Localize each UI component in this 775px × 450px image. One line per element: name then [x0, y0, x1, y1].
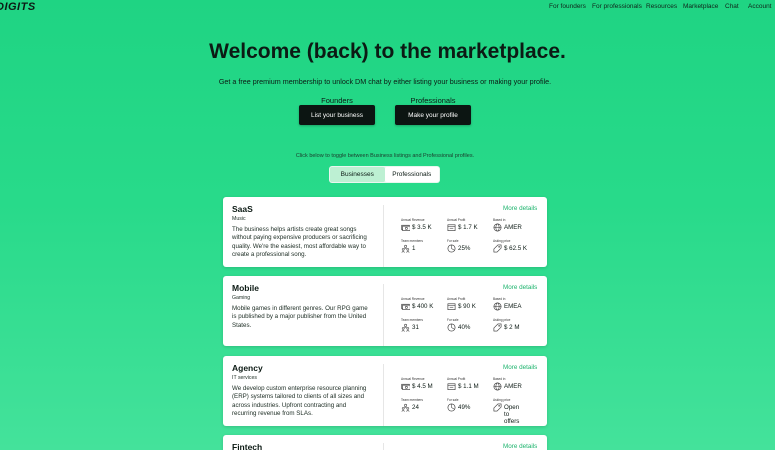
logo[interactable]: DIGITS — [0, 1, 36, 13]
metric-team-members: Team members 31 — [401, 318, 443, 332]
price-tag-icon — [493, 244, 502, 253]
metric-value: $ 2 M — [504, 324, 520, 331]
card-divider — [383, 284, 384, 346]
nav-account[interactable]: Account — [748, 3, 772, 10]
metric-value: 1 — [412, 245, 416, 252]
metric-asking-price: Asking price $ 62.5 K — [493, 239, 535, 253]
metric-value: $ 62.5 K — [504, 245, 528, 252]
price-tag-icon — [493, 323, 502, 332]
metric-value: $ 3.5 K — [412, 224, 432, 231]
metric-for-sale: For sale 49% — [447, 398, 489, 412]
listing-card-mobile: Mobile Gaming Mobile games in different … — [223, 276, 547, 346]
profit-icon — [447, 383, 456, 390]
more-details-link[interactable]: More details — [503, 443, 537, 450]
listing-card-agency: Agency IT services We develop custom ent… — [223, 356, 547, 426]
metric-value: EMEA — [504, 303, 522, 310]
listing-card-saas: SaaS Music The business helps artists cr… — [223, 197, 547, 267]
metric-value: 24 — [412, 404, 419, 411]
metric-annual-profit: Annual Profit $ 1.7 K — [447, 218, 489, 232]
make-profile-button[interactable]: Make your profile — [395, 105, 471, 125]
nav-for-professionals[interactable]: For professionals — [592, 3, 642, 10]
professionals-label: Professionals — [410, 96, 456, 105]
metric-value: $ 1.7 K — [458, 224, 478, 231]
nav-marketplace[interactable]: Marketplace — [683, 3, 718, 10]
listing-description: The business helps artists create great … — [232, 226, 367, 259]
listing-category: IT services — [232, 375, 257, 381]
pie-icon — [447, 244, 456, 253]
page-subtitle: Get a free premium membership to unlock … — [218, 77, 552, 86]
metric-for-sale: For sale 40% — [447, 318, 489, 332]
more-details-link[interactable]: More details — [503, 284, 537, 291]
pie-icon — [447, 403, 456, 412]
metric-value: 40% — [458, 324, 471, 331]
metric-annual-profit: Annual Profit $ 90 K — [447, 297, 489, 311]
metric-value: Open to offers — [504, 404, 520, 426]
page-title: Welcome (back) to the marketplace. — [209, 40, 566, 63]
globe-icon — [493, 382, 502, 391]
metric-annual-revenue: Annual Revenue $ 3.5 K — [401, 218, 443, 232]
metric-value: 25% — [458, 245, 471, 252]
metric-value: $ 1.1 M — [458, 383, 479, 390]
listing-description: Mobile games in different genres. Our RP… — [232, 305, 368, 329]
metric-based-in: Based in AMER — [493, 218, 535, 232]
listing-category: Music — [232, 216, 246, 222]
team-icon — [401, 244, 410, 253]
toggle-professionals[interactable]: Professionals — [384, 167, 439, 182]
revenue-icon — [401, 303, 410, 310]
profit-icon — [447, 224, 456, 231]
listing-name: Fintech — [232, 442, 263, 450]
listing-name: Mobile — [232, 283, 259, 293]
card-divider — [383, 205, 384, 267]
metric-asking-price: Asking price $ 2 M — [493, 318, 535, 332]
revenue-icon — [401, 224, 410, 231]
metric-value: 49% — [458, 404, 471, 411]
toggle-hint: Click below to toggle between Business l… — [295, 153, 475, 159]
top-nav: DIGITS For founders For professionals Re… — [0, 0, 775, 14]
metric-for-sale: For sale 25% — [447, 239, 489, 253]
listing-description: We develop custom enterprise resource pl… — [232, 385, 367, 418]
profit-icon — [447, 303, 456, 310]
toggle-businesses[interactable]: Businesses — [330, 167, 385, 182]
pie-icon — [447, 323, 456, 332]
metric-annual-revenue: Annual Revenue $ 400 K — [401, 297, 443, 311]
metric-value: $ 400 K — [412, 303, 434, 310]
metric-based-in: Based in EMEA — [493, 297, 535, 311]
listing-category: Gaming — [232, 295, 251, 301]
listing-toggle: Businesses Professionals — [329, 166, 440, 183]
more-details-link[interactable]: More details — [503, 364, 537, 371]
listing-name: SaaS — [232, 204, 253, 214]
metric-value: $ 90 K — [458, 303, 476, 310]
globe-icon — [493, 223, 502, 232]
metric-annual-revenue: Annual Revenue $ 4.5 M — [401, 377, 443, 391]
metric-based-in: Based in AMER — [493, 377, 535, 391]
revenue-icon — [401, 383, 410, 390]
metric-team-members: Team members 1 — [401, 239, 443, 253]
metric-asking-price: Asking price Open to offers — [493, 398, 535, 426]
nav-chat[interactable]: Chat — [725, 3, 739, 10]
nav-for-founders[interactable]: For founders — [549, 3, 586, 10]
metric-value: $ 4.5 M — [412, 383, 433, 390]
metric-value: AMER — [504, 224, 522, 231]
team-icon — [401, 403, 410, 412]
metric-annual-profit: Annual Profit $ 1.1 M — [447, 377, 489, 391]
card-divider — [383, 364, 384, 426]
metric-team-members: Team members 24 — [401, 398, 443, 412]
nav-resources[interactable]: Resources — [646, 3, 677, 10]
globe-icon — [493, 302, 502, 311]
listing-card-fintech: Fintech More details Annual Revenue Annu… — [223, 435, 547, 450]
founders-label: Founders — [321, 96, 353, 105]
list-business-button[interactable]: List your business — [299, 105, 375, 125]
metric-value: 31 — [412, 324, 419, 331]
metric-value: AMER — [504, 383, 522, 390]
listing-name: Agency — [232, 363, 263, 373]
card-divider — [383, 443, 384, 450]
price-tag-icon — [493, 403, 502, 412]
team-icon — [401, 323, 410, 332]
more-details-link[interactable]: More details — [503, 205, 537, 212]
